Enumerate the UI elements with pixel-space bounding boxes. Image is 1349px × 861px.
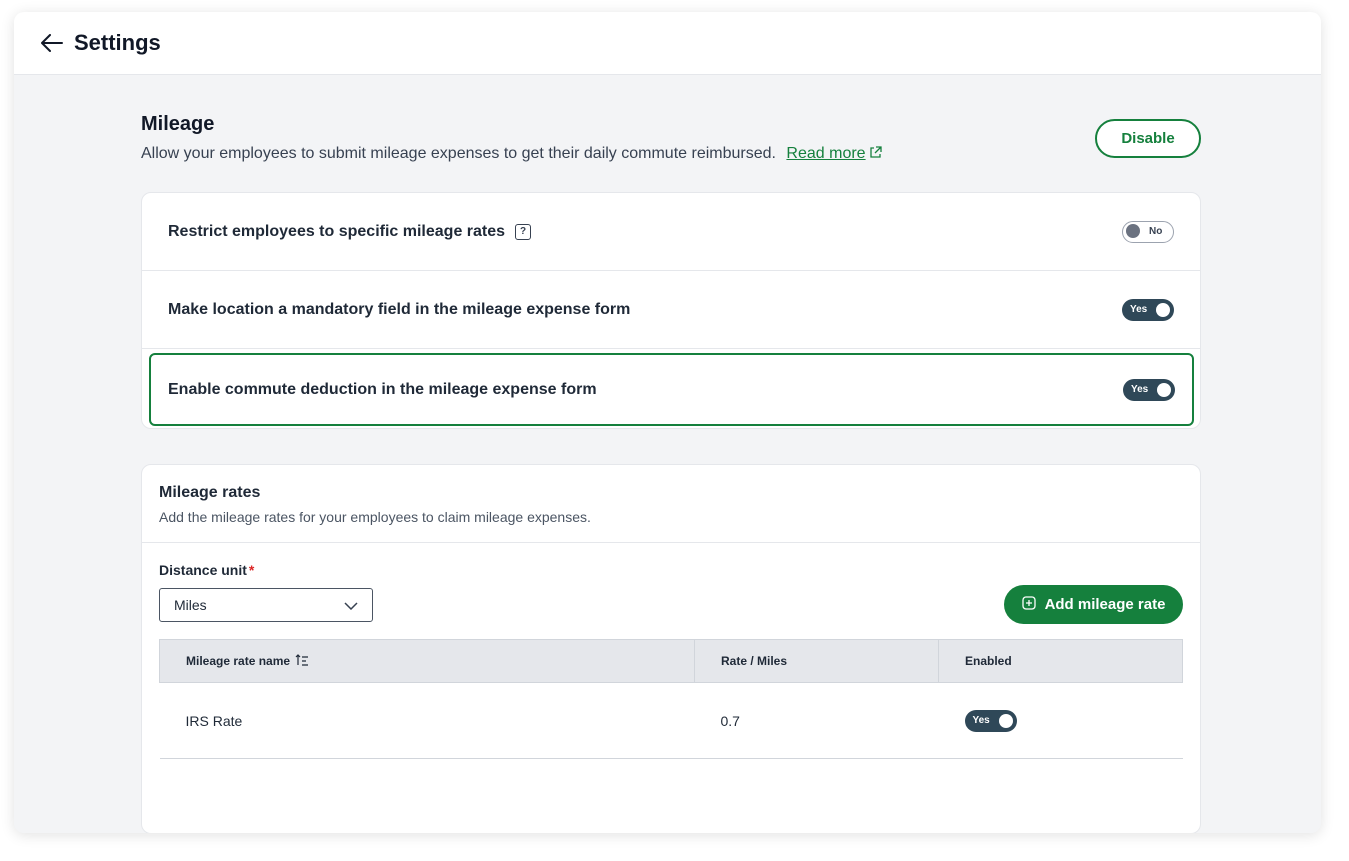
column-header-label: Mileage rate name [186, 654, 291, 668]
toggle-label: Yes [972, 715, 990, 726]
plus-square-icon [1021, 595, 1036, 614]
setting-label-text: Restrict employees to specific mileage r… [168, 222, 506, 240]
location-mandatory-toggle[interactable]: Yes [1122, 298, 1174, 321]
mileage-rates-table: Mileage rate name Rate / Miles Enabled I… [159, 639, 1183, 759]
mileage-rates-card: Mileage rates Add the mileage rates for … [141, 464, 1201, 833]
table-row[interactable]: IRS Rate 0.7 Yes [159, 682, 1183, 759]
help-icon[interactable]: ? [515, 223, 532, 240]
toggle-label: No [1149, 226, 1163, 237]
mileage-rates-header: Mileage rates Add the mileage rates for … [142, 465, 1200, 543]
mileage-description: Allow your employees to submit mileage e… [141, 145, 1201, 164]
column-header-name[interactable]: Mileage rate name [159, 639, 695, 683]
distance-unit-value: Miles [174, 597, 207, 613]
setting-row-commute-deduction: Enable commute deduction in the mileage … [149, 353, 1194, 426]
setting-label: Make location a mandatory field in the m… [168, 301, 630, 319]
toggle-knob [1157, 382, 1171, 397]
distance-unit-label-text: Distance unit [159, 562, 247, 578]
top-bar: Settings [14, 12, 1321, 75]
main-content: Mileage Allow your employees to submit m… [141, 75, 1201, 833]
read-more-label: Read more [786, 145, 866, 162]
setting-row-restrict-rates: Restrict employees to specific mileage r… [142, 193, 1200, 271]
add-mileage-rate-button[interactable]: Add mileage rate [1004, 585, 1183, 624]
distance-unit-label: Distance unit * [159, 562, 1183, 578]
column-header-enabled: Enabled [938, 639, 1183, 683]
setting-label-text: Enable commute deduction in the mileage … [168, 380, 597, 398]
toggle-knob [998, 713, 1013, 728]
column-header-rate: Rate / Miles [694, 639, 939, 683]
settings-window: Settings Mileage Allow your employees to… [14, 12, 1321, 833]
page-title: Settings [74, 30, 161, 55]
back-arrow-icon[interactable] [40, 31, 64, 55]
setting-row-location-mandatory: Make location a mandatory field in the m… [142, 271, 1200, 349]
mileage-rates-title: Mileage rates [159, 484, 261, 501]
required-mark: * [248, 562, 255, 578]
mileage-rates-description: Add the mileage rates for your employees… [159, 509, 591, 525]
rate-name-cell: IRS Rate [159, 682, 695, 759]
read-more-link[interactable]: Read more [786, 145, 882, 164]
mileage-title: Mileage [141, 113, 215, 135]
distance-unit-select[interactable]: Miles [159, 588, 373, 622]
rate-enabled-cell: Yes [938, 682, 1183, 759]
mileage-rates-body: Distance unit * Miles Add mileage rate Mi… [142, 543, 1200, 759]
rate-enabled-toggle[interactable]: Yes [964, 709, 1017, 732]
disable-button[interactable]: Disable [1095, 119, 1201, 158]
settings-card: Restrict employees to specific mileage r… [141, 192, 1201, 429]
toggle-label: Yes [1130, 304, 1148, 315]
toggle-knob [1156, 302, 1170, 317]
mileage-description-text: Allow your employees to submit mileage e… [141, 145, 776, 162]
toggle-knob [1126, 224, 1140, 238]
setting-label: Restrict employees to specific mileage r… [168, 222, 532, 241]
sort-ascending-icon[interactable] [295, 653, 309, 669]
restrict-rates-toggle[interactable]: No [1122, 220, 1174, 243]
table-header-row: Mileage rate name Rate / Miles Enabled [159, 639, 1183, 683]
external-link-icon [869, 146, 882, 164]
mileage-header: Mileage Allow your employees to submit m… [141, 75, 1201, 164]
chevron-down-icon [344, 597, 358, 613]
toggle-label: Yes [1131, 384, 1149, 395]
add-mileage-rate-label: Add mileage rate [1044, 596, 1166, 613]
rate-value-cell: 0.7 [694, 682, 939, 759]
setting-label-text: Make location a mandatory field in the m… [168, 300, 631, 318]
setting-label: Enable commute deduction in the mileage … [168, 381, 597, 399]
commute-deduction-toggle[interactable]: Yes [1123, 378, 1175, 401]
